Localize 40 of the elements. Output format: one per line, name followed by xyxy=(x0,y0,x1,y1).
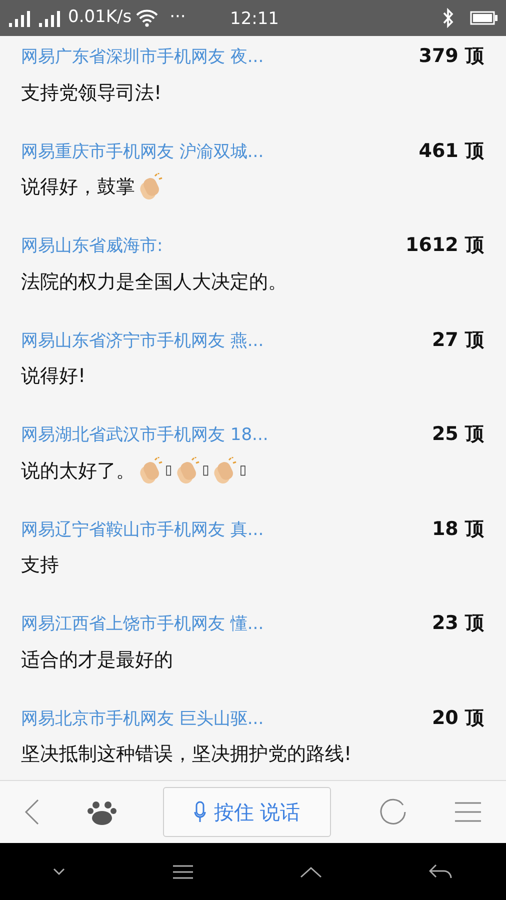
comment-text: 说得好，鼓掌 xyxy=(21,175,135,200)
author-name[interactable]: 网易辽宁省鞍山市手机网友 真... xyxy=(21,518,264,543)
author-name[interactable]: 网易山东省济宁市手机网友 燕... xyxy=(21,328,264,354)
more-indicator: ··· xyxy=(170,6,186,30)
comment-text: 说的太好了。 xyxy=(21,458,135,484)
missing-glyph: ▯ xyxy=(239,462,246,480)
home-icon[interactable] xyxy=(300,866,322,878)
upvote-count[interactable]: 379 顶 xyxy=(418,42,484,70)
author-name[interactable]: 网易重庆市手机网友 沪渝双城... xyxy=(21,140,264,165)
upvote-count[interactable]: 25 顶 xyxy=(432,420,484,448)
upvote-count[interactable]: 27 顶 xyxy=(432,326,484,354)
comment-text: 支持党领导司法! xyxy=(21,80,162,106)
upvote-count[interactable]: 461 顶 xyxy=(418,136,484,165)
author-name[interactable]: 网易北京市手机网友 巨头山驱... xyxy=(21,706,264,732)
upvote-count[interactable]: 23 顶 xyxy=(432,609,484,638)
microphone-icon xyxy=(194,801,206,823)
author-name[interactable]: 网易湖北省武汉市手机网友 18... xyxy=(21,423,268,448)
missing-glyph: ▯ xyxy=(165,462,172,480)
bluetooth-icon xyxy=(442,8,454,28)
comment-text: 坚决抵制这种错误，坚决拥护党的路线! xyxy=(21,742,352,767)
author-name[interactable]: 网易山东省威海市: xyxy=(21,234,163,260)
author-name[interactable]: 网易江西省上饶市手机网友 懂... xyxy=(21,612,264,638)
wifi-icon xyxy=(136,9,158,27)
upvote-count[interactable]: 1612 顶 xyxy=(406,231,484,260)
chevron-down-icon[interactable] xyxy=(53,868,66,876)
clock: 12:11 xyxy=(230,8,279,31)
missing-glyph: ▯ xyxy=(202,462,210,480)
back-icon[interactable] xyxy=(428,864,453,880)
menu-icon[interactable] xyxy=(172,864,194,880)
author-name[interactable]: 网易广东省深圳市手机网友 夜... xyxy=(21,45,264,70)
comment-text: 法院的权力是全国人大决定的。 xyxy=(21,270,287,294)
network-speed: 0.01K/s xyxy=(68,6,132,30)
comment-text: 说得好! xyxy=(21,364,86,389)
refresh-icon[interactable] xyxy=(378,797,408,827)
battery-icon xyxy=(470,10,498,26)
upvote-count[interactable]: 20 顶 xyxy=(432,704,484,732)
voice-button[interactable]: 按住 说话 xyxy=(163,787,331,837)
comment-text: 适合的才是最好的 xyxy=(21,648,173,672)
comment-text: 支持 xyxy=(21,553,59,578)
upvote-count[interactable]: 18 顶 xyxy=(432,514,484,543)
